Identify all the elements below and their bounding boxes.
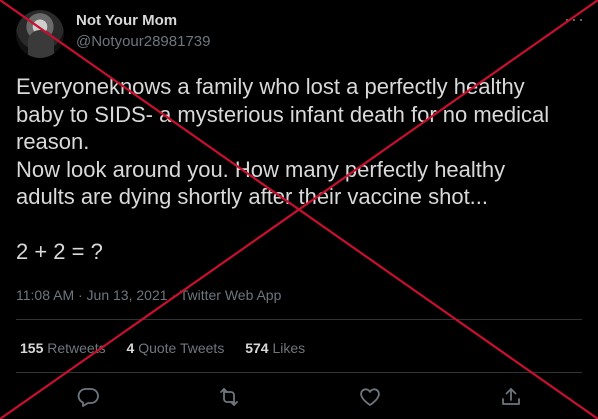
tweet-card: Not Your Mom @Notyour28981739 ··· Everyo… bbox=[0, 0, 598, 419]
divider bbox=[16, 319, 582, 320]
retweet-icon[interactable] bbox=[217, 385, 241, 409]
tweet-text-line: Now look around you. How many perfectly … bbox=[16, 156, 506, 182]
tweet-timestamp[interactable]: 11:08 AM · Jun 13, 2021 · Twitter Web Ap… bbox=[16, 286, 281, 304]
likes-stat[interactable]: 574 Likes bbox=[245, 339, 305, 357]
avatar[interactable] bbox=[16, 10, 64, 58]
action-bar bbox=[0, 385, 598, 411]
quotes-count: 4 bbox=[126, 340, 135, 356]
more-options-icon[interactable]: ··· bbox=[564, 10, 585, 28]
tweet-text-line: Everyoneknows a family who lost a perfec… bbox=[16, 74, 525, 99]
retweets-stat[interactable]: 155 Retweets bbox=[20, 339, 106, 357]
tweet-text-line: 2 + 2 = ? bbox=[16, 239, 103, 264]
tweet-text-line: reason. bbox=[16, 129, 90, 154]
likes-count: 574 bbox=[245, 340, 269, 356]
retweets-label: Retweets bbox=[47, 340, 106, 356]
engagement-stats: 155 Retweets 4 Quote Tweets 574 Likes bbox=[20, 339, 322, 357]
quote-tweets-stat[interactable]: 4 Quote Tweets bbox=[127, 339, 225, 357]
tweet-text-line: adults are dying shortly after their vac… bbox=[16, 184, 489, 209]
like-icon[interactable] bbox=[358, 385, 382, 409]
divider bbox=[16, 372, 582, 373]
retweets-count: 155 bbox=[20, 340, 44, 356]
tweet-text: Everyoneknows a family who lost a perfec… bbox=[16, 73, 586, 266]
display-name[interactable]: Not Your Mom bbox=[76, 11, 177, 31]
likes-label: Likes bbox=[272, 340, 306, 356]
avatar-figure bbox=[28, 30, 54, 58]
share-icon[interactable] bbox=[499, 385, 523, 409]
reply-icon[interactable] bbox=[76, 385, 100, 409]
tweet-text-line: baby to SIDS- a mysterious infant death … bbox=[16, 101, 550, 127]
user-handle[interactable]: @Notyour28981739 bbox=[76, 32, 211, 52]
quotes-label: Quote Tweets bbox=[138, 340, 225, 356]
